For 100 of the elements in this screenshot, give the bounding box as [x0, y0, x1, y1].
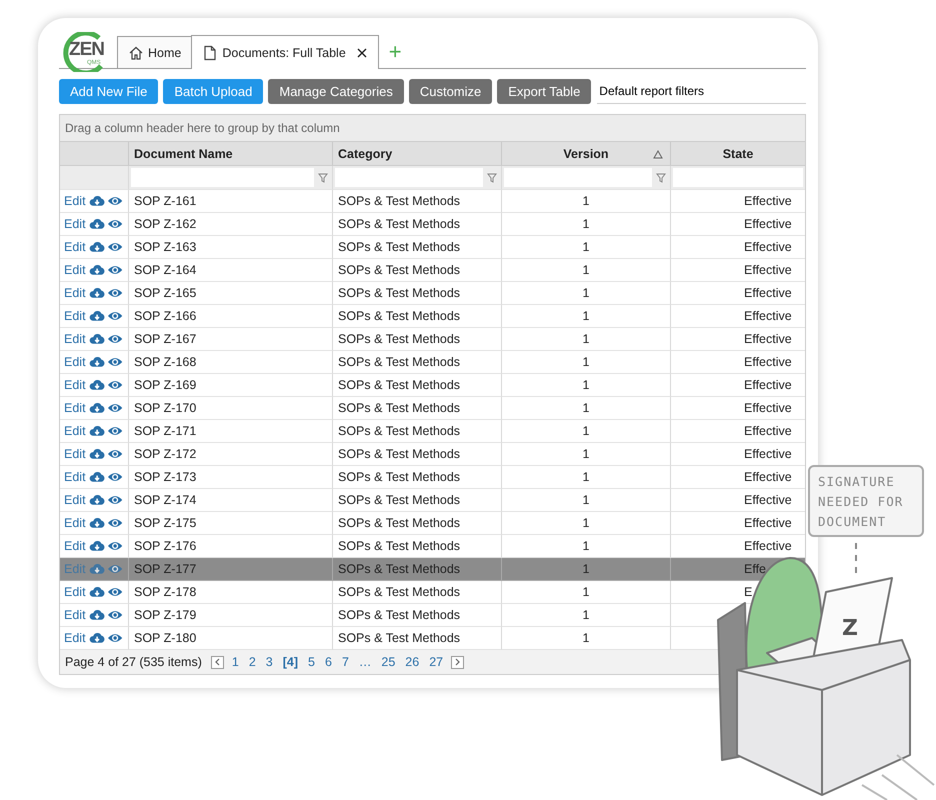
- cloud-download-icon: [88, 447, 105, 461]
- table-cell: 1: [582, 309, 590, 323]
- table-cell: SOP Z-179: [134, 608, 196, 622]
- toolbar-button[interactable]: Customize: [408, 78, 492, 104]
- edit-link[interactable]: Edit: [64, 447, 86, 461]
- table-cell: 1: [582, 286, 590, 300]
- page-link[interactable]: 27: [424, 655, 448, 669]
- table-cell: 1: [582, 263, 590, 277]
- sort-icon: [653, 150, 663, 159]
- eye-icon: [106, 401, 123, 415]
- cloud-download-icon: [88, 585, 105, 599]
- table-cell: SOPs & Test Methods: [338, 424, 460, 438]
- table-cell: SOPs & Test Methods: [338, 631, 460, 645]
- edit-link[interactable]: Edit: [64, 424, 86, 438]
- table-cell: 1: [582, 240, 590, 254]
- cloud-download-icon: [88, 378, 105, 392]
- toolbar-button[interactable]: Batch Upload: [163, 78, 264, 104]
- edit-link[interactable]: Edit: [64, 631, 86, 645]
- edit-link[interactable]: Edit: [64, 217, 86, 231]
- table-cell: Effective: [744, 516, 792, 530]
- cloud-download-icon: [88, 263, 105, 277]
- edit-link[interactable]: Edit: [64, 608, 86, 622]
- home-icon: [128, 44, 144, 60]
- laptop-logo: Z: [842, 616, 858, 641]
- edit-link[interactable]: Edit: [64, 194, 86, 208]
- tab-label: Documents: Full Table: [222, 46, 346, 60]
- table-cell: SOPs & Test Methods: [338, 539, 460, 553]
- table-cell: 1: [582, 516, 590, 530]
- toolbar-button[interactable]: Manage Categories: [268, 78, 404, 104]
- page-link[interactable]: 26: [400, 655, 424, 669]
- page-link[interactable]: 1: [226, 655, 244, 669]
- table-cell: SOPs & Test Methods: [338, 516, 460, 530]
- edit-link[interactable]: Edit: [64, 493, 86, 507]
- table-cell: Effe: [744, 562, 766, 576]
- table-cell: SOP Z-164: [134, 263, 196, 277]
- cloud-download-icon: [88, 194, 105, 208]
- table-cell: Effective: [744, 194, 792, 208]
- page-link[interactable]: 3: [260, 655, 278, 669]
- page-link[interactable]: 7: [336, 655, 354, 669]
- cloud-download-icon: [88, 493, 105, 507]
- table-cell: Effective: [744, 263, 792, 277]
- edit-link[interactable]: Edit: [64, 286, 86, 300]
- toolbar-button[interactable]: Add New File: [59, 78, 158, 104]
- eye-icon: [106, 378, 123, 392]
- table-cell: 1: [582, 194, 590, 208]
- edit-link[interactable]: Edit: [64, 332, 86, 346]
- new-tab-button[interactable]: +: [378, 36, 412, 68]
- eye-icon: [106, 240, 123, 254]
- table-cell: SOP Z-171: [134, 424, 196, 438]
- edit-link[interactable]: Edit: [64, 470, 86, 484]
- filter-icon: [318, 172, 328, 182]
- edit-link[interactable]: Edit: [64, 539, 86, 553]
- next-page-button[interactable]: [451, 656, 464, 668]
- edit-link[interactable]: Edit: [64, 378, 86, 392]
- edit-link[interactable]: Edit: [64, 240, 86, 254]
- edit-link[interactable]: Edit: [64, 309, 86, 323]
- table-cell: SOPs & Test Methods: [338, 240, 460, 254]
- edit-link[interactable]: Edit: [64, 401, 86, 415]
- table-cell: 1: [582, 585, 590, 599]
- cloud-download-icon: [88, 217, 105, 231]
- edit-link[interactable]: Edit: [64, 516, 86, 530]
- eye-icon: [106, 263, 123, 277]
- eye-icon: [106, 631, 123, 645]
- table-cell: SOP Z-176: [134, 539, 196, 553]
- close-icon[interactable]: [356, 46, 368, 58]
- table-cell: E: [744, 585, 752, 599]
- toolbar-button[interactable]: Export Table: [497, 78, 592, 104]
- table-cell: 1: [582, 355, 590, 369]
- table-cell: SOPs & Test Methods: [338, 263, 460, 277]
- table-cell: SOP Z-169: [134, 378, 196, 392]
- page-link[interactable]: …: [354, 655, 376, 669]
- tab[interactable]: Home: [117, 36, 192, 68]
- edit-link[interactable]: Edit: [64, 263, 86, 277]
- table-cell: 1: [582, 539, 590, 553]
- table-cell: 1: [582, 424, 590, 438]
- table-cell: 1: [582, 217, 590, 231]
- page-link[interactable]: 5: [303, 655, 320, 669]
- table-cell: Effective: [744, 447, 792, 461]
- filter-icon: [656, 172, 666, 182]
- speech-bubble: SIGNATURE NEEDED FOR DOCUMENT: [808, 465, 924, 537]
- cloud-download-icon: [88, 332, 105, 346]
- edit-link[interactable]: Edit: [64, 355, 86, 369]
- page-link[interactable]: 2: [244, 655, 261, 669]
- eye-icon: [106, 194, 123, 208]
- cloud-download-icon: [88, 608, 105, 622]
- previous-page-button[interactable]: [210, 656, 224, 668]
- eye-icon: [106, 286, 123, 300]
- table-cell: SOPs & Test Methods: [338, 401, 460, 415]
- table-cell: 1: [582, 493, 590, 507]
- cloud-download-icon: [88, 539, 105, 553]
- eye-icon: [106, 470, 123, 484]
- eye-icon: [106, 516, 123, 530]
- tab[interactable]: Documents: Full Table: [191, 35, 379, 69]
- table-cell: Effective: [744, 286, 792, 300]
- page-link[interactable]: [4]: [278, 655, 304, 669]
- page-link[interactable]: 25: [376, 655, 400, 669]
- table-cell: Effective: [744, 217, 792, 231]
- table-cell: SOP Z-167: [134, 332, 196, 346]
- page-link[interactable]: 6: [320, 655, 337, 669]
- edit-link[interactable]: Edit: [64, 585, 86, 599]
